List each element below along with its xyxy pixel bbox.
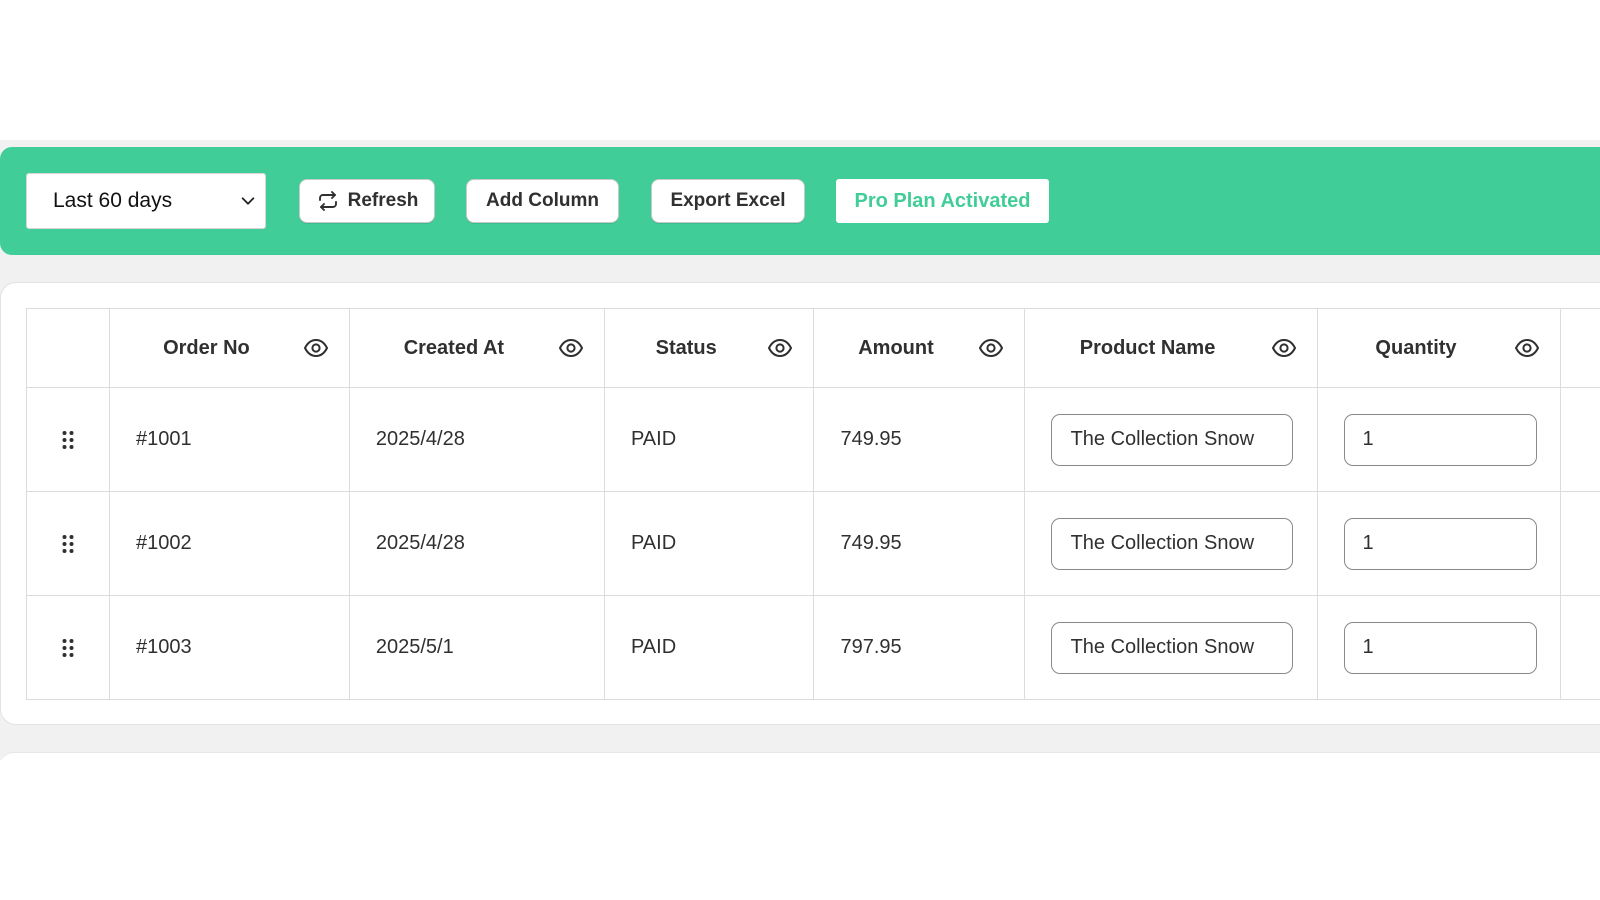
amount-cell: 797.95 [813,595,1025,700]
column-header-label: Quantity [1375,336,1457,359]
table-header-row: Order No Created At Status Amount Produc… [26,308,1600,388]
status-value: PAID [630,532,677,554]
quantity-input[interactable]: 1 [1343,621,1537,674]
drag-cell [26,387,110,492]
product-name-input[interactable]: The Collection Snow [1050,517,1293,570]
order-no-value: #1003 [135,636,192,658]
refresh-button[interactable]: Refresh [299,179,435,223]
table-row: #1002 2025/4/28 PAID 749.95 The Collecti… [26,491,1600,596]
column-header-quantity: Quantity [1316,308,1562,388]
column-header-label: Amount [858,336,934,359]
quantity-input[interactable]: 1 [1343,413,1537,466]
table-row: #1001 2025/4/28 PAID 749.95 The Collecti… [26,387,1600,492]
created-at-value: 2025/5/1 [375,636,454,658]
date-range-value: Last 60 days [53,189,173,212]
quantity-cell: 1 [1316,595,1562,700]
created-at-cell: 2025/5/1 [348,595,605,700]
status-value: PAID [630,636,677,658]
amount-cell: 749.95 [813,491,1025,596]
created-at-value: 2025/4/28 [375,532,465,554]
column-header-overflow [1560,308,1600,388]
eye-icon[interactable] [303,335,329,361]
product-name-input[interactable]: The Collection Snow [1050,621,1293,674]
export-excel-button[interactable]: Export Excel [651,179,805,223]
drag-cell [26,491,110,596]
amount-value: 749.95 [840,532,902,554]
created-at-cell: 2025/4/28 [348,491,605,596]
order-no-cell: #1002 [108,491,350,596]
quantity-cell: 1 [1316,491,1562,596]
toolbar: Last 60 days Refresh Add Column Export E… [0,147,1600,255]
column-header-amount: Amount [813,308,1025,388]
drag-handle-icon[interactable] [27,596,109,699]
column-header-product-name: Product Name [1023,308,1318,388]
order-no-value: #1001 [135,428,192,450]
column-header-label: Order No [163,336,250,359]
orders-table-card: Order No Created At Status Amount Produc… [0,282,1600,725]
page-footer-space [0,760,1600,900]
created-at-cell: 2025/4/28 [348,387,605,492]
eye-icon[interactable] [1514,335,1540,361]
eye-icon[interactable] [1271,335,1297,361]
column-header-created-at: Created At [348,308,605,388]
amount-cell: 749.95 [813,387,1025,492]
drag-column-header [26,308,110,388]
column-header-label: Created At [403,336,505,359]
table-row: #1003 2025/5/1 PAID 797.95 The Collectio… [26,595,1600,700]
column-header-order-no: Order No [108,308,350,388]
orders-table: Order No Created At Status Amount Produc… [26,308,1600,700]
column-header-label: Product Name [1079,336,1216,359]
amount-value: 749.95 [840,428,902,450]
quantity-cell: 1 [1316,387,1562,492]
pro-plan-label: Pro Plan Activated [854,189,1031,212]
pro-plan-badge[interactable]: Pro Plan Activated [836,179,1049,223]
grip-icon [62,638,74,657]
refresh-label: Refresh [347,190,419,211]
order-no-cell: #1003 [108,595,350,700]
status-cell: PAID [603,595,815,700]
order-no-value: #1002 [135,532,192,554]
product-name-cell: The Collection Snow [1023,387,1318,492]
drag-handle-icon[interactable] [27,388,109,491]
eye-icon[interactable] [558,335,584,361]
product-name-cell: The Collection Snow [1023,595,1318,700]
refresh-icon [318,191,337,211]
grip-icon [62,430,74,449]
overflow-cell [1560,595,1600,700]
eye-icon[interactable] [978,335,1004,361]
overflow-cell [1560,491,1600,596]
status-cell: PAID [603,387,815,492]
created-at-value: 2025/4/28 [375,428,465,450]
add-column-button[interactable]: Add Column [466,179,619,223]
order-no-cell: #1001 [108,387,350,492]
column-header-status: Status [603,308,815,388]
overflow-cell [1560,387,1600,492]
status-cell: PAID [603,491,815,596]
amount-value: 797.95 [840,636,902,658]
date-range-select[interactable]: Last 60 days [26,173,266,229]
product-name-input[interactable]: The Collection Snow [1050,413,1293,466]
chevron-down-icon [241,197,255,205]
quantity-input[interactable]: 1 [1343,517,1537,570]
product-name-cell: The Collection Snow [1023,491,1318,596]
column-header-label: Status [655,336,717,359]
export-excel-label: Export Excel [670,190,786,211]
status-value: PAID [630,428,677,450]
page: Last 60 days Refresh Add Column Export E… [0,0,1600,900]
grip-icon [62,534,74,553]
eye-icon[interactable] [767,335,793,361]
add-column-label: Add Column [486,190,599,211]
drag-handle-icon[interactable] [27,492,109,595]
drag-cell [26,595,110,700]
